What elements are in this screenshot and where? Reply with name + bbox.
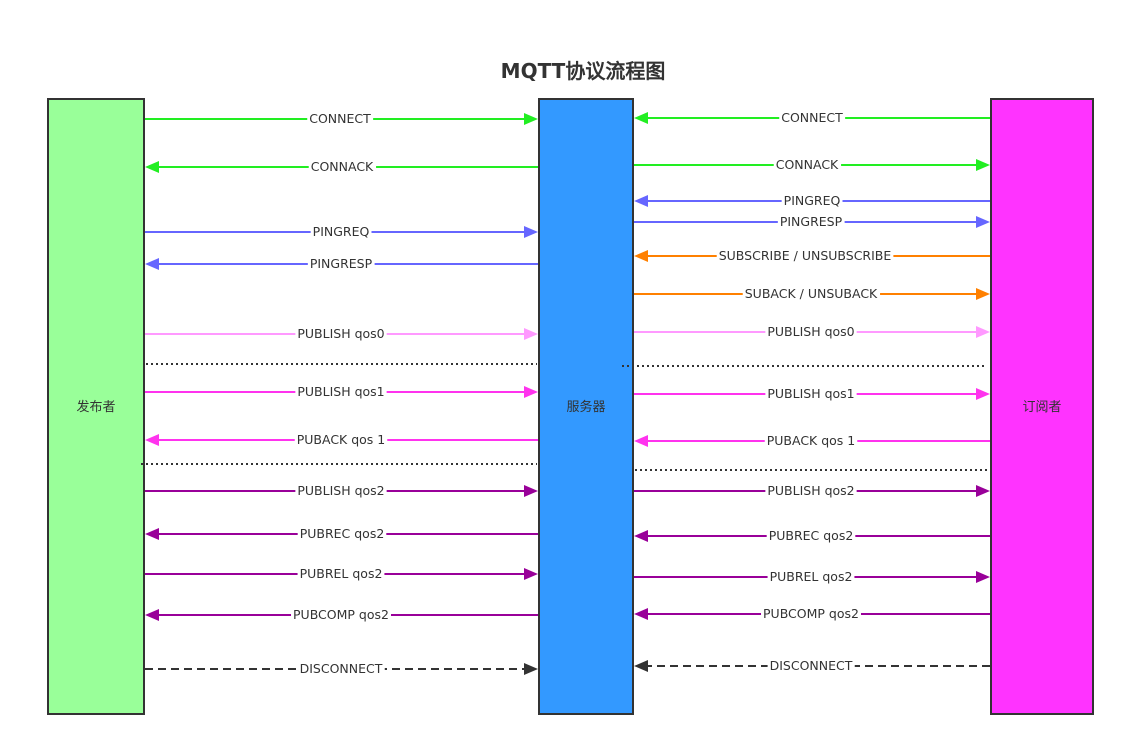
arrowhead-icon bbox=[524, 485, 538, 497]
message-right-pingresp: PINGRESP bbox=[634, 214, 990, 229]
message-left-pubcomp-qos2: PUBCOMP qos2 bbox=[145, 607, 538, 622]
arrowhead-icon bbox=[634, 608, 648, 620]
arrowhead-icon bbox=[976, 288, 990, 300]
lane-subscriber: 订阅者 bbox=[990, 98, 1094, 715]
arrowhead-icon bbox=[524, 386, 538, 398]
message-left-pingresp: PINGRESP bbox=[145, 256, 538, 271]
arrowhead-icon bbox=[145, 161, 159, 173]
lane-publisher: 发布者 bbox=[47, 98, 145, 715]
message-label: PUBLISH qos2 bbox=[767, 483, 854, 498]
message-right-puback-qos-1: PUBACK qos 1 bbox=[634, 433, 990, 448]
message-left-puback-qos-1: PUBACK qos 1 bbox=[145, 432, 538, 447]
message-left-pubrel-qos2: PUBREL qos2 bbox=[145, 566, 538, 581]
arrowhead-icon bbox=[634, 250, 648, 262]
message-label: PINGREQ bbox=[784, 193, 841, 208]
message-left-pingreq: PINGREQ bbox=[145, 224, 538, 239]
message-label: PINGRESP bbox=[780, 214, 843, 229]
message-label: CONNACK bbox=[311, 159, 374, 174]
message-label: PUBLISH qos1 bbox=[767, 386, 854, 401]
message-label: PUBREL qos2 bbox=[770, 569, 853, 584]
message-label: PUBCOMP qos2 bbox=[763, 606, 859, 621]
message-left-publish-qos0: PUBLISH qos0 bbox=[145, 326, 538, 341]
arrowhead-icon bbox=[524, 113, 538, 125]
lane-label-publisher: 发布者 bbox=[76, 399, 115, 415]
message-label: DISCONNECT bbox=[770, 658, 853, 673]
message-right-pubrec-qos2: PUBREC qos2 bbox=[634, 528, 990, 543]
message-left-connect: CONNECT bbox=[145, 111, 538, 126]
message-label: PUBCOMP qos2 bbox=[293, 607, 389, 622]
message-label: PINGRESP bbox=[310, 256, 373, 271]
arrowhead-icon bbox=[976, 485, 990, 497]
message-left-publish-qos2: PUBLISH qos2 bbox=[145, 483, 538, 498]
arrowhead-icon bbox=[524, 663, 538, 675]
arrowhead-icon bbox=[145, 528, 159, 540]
message-label: DISCONNECT bbox=[300, 661, 383, 676]
arrowhead-icon bbox=[524, 568, 538, 580]
lane-server: 服务器 bbox=[538, 98, 634, 715]
arrowhead-icon bbox=[976, 159, 990, 171]
message-label: PUBACK qos 1 bbox=[767, 433, 856, 448]
message-right-pubrel-qos2: PUBREL qos2 bbox=[634, 569, 990, 584]
arrowhead-icon bbox=[634, 195, 648, 207]
message-label: PUBREL qos2 bbox=[300, 566, 383, 581]
arrowhead-icon bbox=[145, 609, 159, 621]
message-left-disconnect: DISCONNECT bbox=[145, 661, 538, 676]
arrowhead-icon bbox=[145, 434, 159, 446]
arrowhead-icon bbox=[145, 258, 159, 270]
message-right-connack: CONNACK bbox=[634, 157, 990, 172]
arrowhead-icon bbox=[524, 226, 538, 238]
message-left-publish-qos1: PUBLISH qos1 bbox=[145, 384, 538, 399]
message-left-pubrec-qos2: PUBREC qos2 bbox=[145, 526, 538, 541]
lane-label-subscriber: 订阅者 bbox=[1022, 400, 1061, 415]
message-label: PUBLISH qos0 bbox=[297, 326, 384, 341]
sequence-diagram: 发布者 服务器 订阅者 CONNECT CONNACK PINGREQ PINGRESP P… bbox=[47, 98, 1094, 715]
arrowhead-icon bbox=[634, 112, 648, 124]
message-right-disconnect: DISCONNECT bbox=[634, 658, 990, 673]
message-label: CONNECT bbox=[781, 110, 843, 125]
message-label: SUBACK / UNSUBACK bbox=[745, 286, 878, 301]
message-label: SUBSCRIBE / UNSUBSCRIBE bbox=[719, 248, 892, 263]
message-right-connect: CONNECT bbox=[634, 110, 990, 125]
message-label: CONNACK bbox=[776, 157, 839, 172]
arrowhead-icon bbox=[976, 216, 990, 228]
message-label: PUBREC qos2 bbox=[300, 526, 385, 541]
arrowhead-icon bbox=[634, 660, 648, 672]
message-label: PUBACK qos 1 bbox=[297, 432, 386, 447]
arrowhead-icon bbox=[976, 388, 990, 400]
arrowhead-icon bbox=[524, 328, 538, 340]
message-label: PUBLISH qos1 bbox=[297, 384, 384, 399]
arrowhead-icon bbox=[976, 571, 990, 583]
message-right-pingreq: PINGREQ bbox=[634, 193, 990, 208]
message-right-publish-qos1: PUBLISH qos1 bbox=[634, 386, 990, 401]
message-label: PINGREQ bbox=[313, 224, 370, 239]
message-right-suback-unsuback: SUBACK / UNSUBACK bbox=[634, 286, 990, 301]
message-label: PUBREC qos2 bbox=[769, 528, 854, 543]
arrowhead-icon bbox=[976, 326, 990, 338]
message-right-subscribe-unsubscribe: SUBSCRIBE / UNSUBSCRIBE bbox=[634, 248, 990, 263]
message-left-connack: CONNACK bbox=[145, 159, 538, 174]
lane-label-server: 服务器 bbox=[566, 399, 605, 415]
arrowhead-icon bbox=[634, 530, 648, 542]
message-label: PUBLISH qos0 bbox=[767, 324, 854, 339]
message-label: CONNECT bbox=[309, 111, 371, 126]
message-right-publish-qos2: PUBLISH qos2 bbox=[634, 483, 990, 498]
message-label: PUBLISH qos2 bbox=[297, 483, 384, 498]
message-right-publish-qos0: PUBLISH qos0 bbox=[634, 324, 990, 339]
message-right-pubcomp-qos2: PUBCOMP qos2 bbox=[634, 606, 990, 621]
arrowhead-icon bbox=[634, 435, 648, 447]
